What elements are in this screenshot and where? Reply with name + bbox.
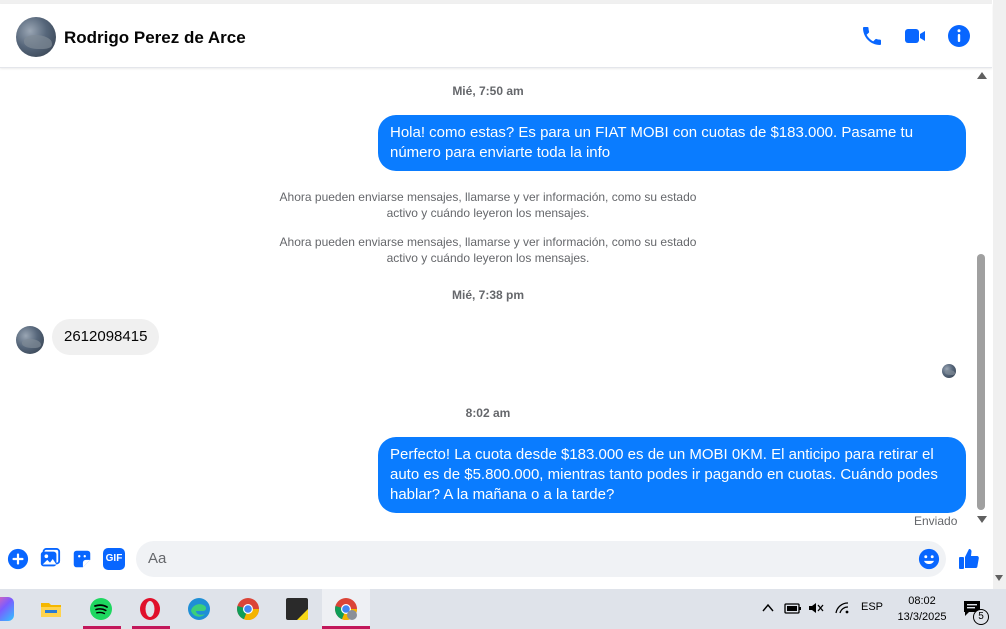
contact-avatar[interactable]	[16, 17, 56, 57]
page-scrollbar[interactable]	[993, 0, 1006, 589]
like-icon[interactable]	[957, 547, 981, 571]
gif-icon[interactable]: GIF	[103, 548, 125, 570]
contact-avatar-small[interactable]	[16, 326, 44, 354]
language-indicator[interactable]: ESP	[861, 601, 883, 613]
sticker-icon[interactable]	[71, 548, 93, 570]
chevron-up-icon[interactable]	[762, 603, 774, 613]
notification-badge: 5	[973, 609, 989, 625]
chat-header: Rodrigo Perez de Arce	[0, 4, 992, 68]
scroll-up-arrow-icon[interactable]	[977, 72, 987, 79]
message-input-placeholder: Aa	[148, 550, 167, 567]
scroll-thumb[interactable]	[977, 254, 985, 510]
emoji-icon[interactable]	[918, 548, 940, 570]
chrome-icon[interactable]	[236, 597, 260, 621]
chrome-profile-icon[interactable]	[334, 597, 358, 621]
system-clock[interactable]: 08:02 13/3/2025	[892, 593, 952, 625]
timestamp: Mié, 7:38 pm	[451, 288, 525, 302]
spotify-icon[interactable]	[89, 597, 113, 621]
message-composer: GIF Aa	[0, 536, 992, 586]
chat-scrollbar[interactable]	[975, 70, 989, 530]
edge-icon[interactable]	[187, 597, 211, 621]
timestamp: 8:02 am	[465, 406, 511, 420]
info-icon[interactable]	[947, 24, 971, 48]
outgoing-message[interactable]: Perfecto! La cuota desde $183.000 es de …	[378, 437, 966, 513]
timestamp: Mié, 7:50 am	[452, 84, 524, 98]
clock-date: 13/3/2025	[897, 611, 947, 623]
volume-muted-icon[interactable]	[808, 601, 824, 615]
copilot-icon[interactable]	[0, 597, 14, 621]
message-input[interactable]: Aa	[136, 541, 946, 577]
system-notice: Ahora pueden enviarse mensajes, llamarse…	[279, 190, 697, 220]
wifi-icon[interactable]	[834, 601, 850, 615]
contact-name[interactable]: Rodrigo Perez de Arce	[64, 28, 246, 48]
battery-icon[interactable]	[784, 601, 802, 615]
page-scroll-down-icon[interactable]	[995, 575, 1003, 581]
system-notice: Ahora pueden enviarse mensajes, llamarse…	[279, 235, 697, 265]
windows-taskbar: ESP 08:02 13/3/2025 5	[0, 589, 1006, 629]
video-call-icon[interactable]	[903, 24, 927, 48]
messenger-window: Rodrigo Perez de Arce Mié, 7:50 am Hola!…	[0, 0, 1006, 589]
sticky-notes-icon[interactable]	[285, 597, 309, 621]
message-status: Enviado	[914, 514, 958, 528]
outgoing-message[interactable]: Hola! como estas? Es para un FIAT MOBI c…	[378, 115, 966, 171]
opera-icon[interactable]	[138, 597, 162, 621]
clock-time: 08:02	[908, 595, 936, 607]
plus-icon[interactable]	[7, 548, 29, 570]
image-icon[interactable]	[39, 548, 61, 570]
read-receipt-avatar	[942, 364, 956, 378]
file-explorer-icon[interactable]	[39, 597, 63, 621]
phone-icon[interactable]	[860, 24, 884, 48]
incoming-message[interactable]: 2612098415	[52, 319, 160, 355]
scroll-down-arrow-icon[interactable]	[977, 516, 987, 523]
